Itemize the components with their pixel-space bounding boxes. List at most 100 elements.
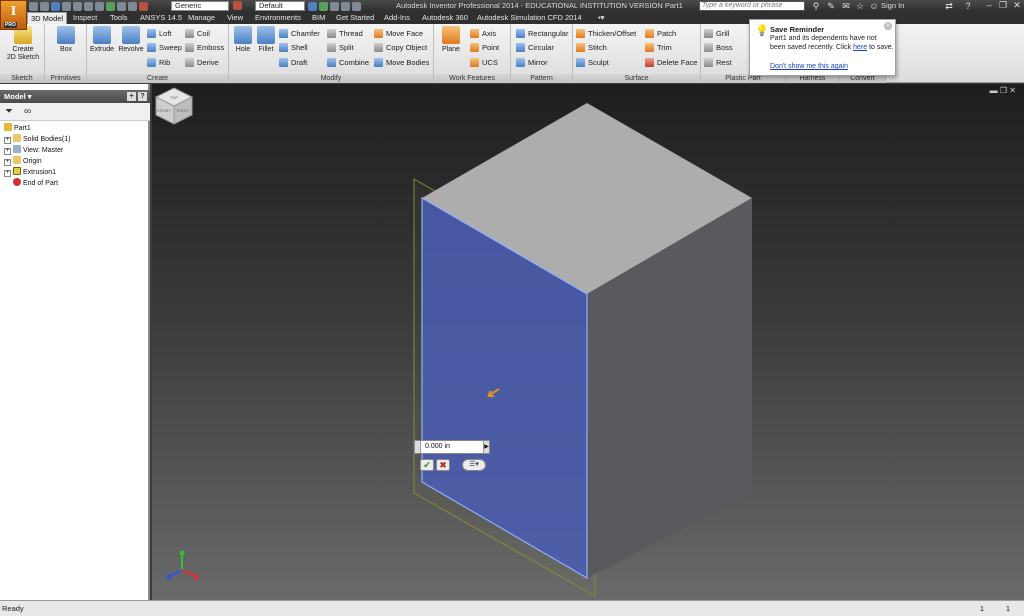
update-icon[interactable] (128, 1, 137, 11)
patch-button[interactable]: Patch (645, 28, 676, 39)
adjust-icon[interactable] (319, 1, 328, 11)
model-canvas[interactable] (152, 84, 1024, 600)
close-button[interactable]: ✕ (1010, 0, 1024, 11)
box-button[interactable]: Box (53, 26, 79, 54)
grill-button[interactable]: Grill (704, 28, 729, 39)
tab-add-ins[interactable]: Add-Ins (381, 12, 413, 24)
measure-icon[interactable] (341, 1, 350, 11)
ucs-button[interactable]: UCS (470, 57, 498, 68)
application-menu-button[interactable]: I PRO (0, 0, 27, 30)
sculpt-button[interactable]: Sculpt (576, 57, 609, 68)
tab-overflow-icon[interactable]: ▪▾ (595, 12, 607, 24)
tab-3d-model[interactable]: 3D Model (27, 12, 68, 24)
delete-face-button[interactable]: Delete Face (645, 57, 697, 68)
move-face-button[interactable]: Move Face (374, 28, 423, 39)
loft-button[interactable]: Loft (147, 28, 172, 39)
undo-icon[interactable] (62, 1, 71, 11)
split-button[interactable]: Split (327, 42, 354, 53)
tab-tools[interactable]: Tools (107, 12, 131, 24)
graphics-viewport[interactable]: ▬ ❐ ✕ TOP FRONT RIGHT 0.000 in ▶ ✔ ✖ ☰▾ (152, 84, 1024, 600)
boss-button[interactable]: Boss (704, 42, 733, 53)
distance-value[interactable]: 0.000 in (425, 443, 450, 450)
tree-item-solid-bodies[interactable]: + Solid Bodies(1) (4, 134, 70, 145)
axis-button[interactable]: Axis (470, 28, 496, 39)
expand-icon[interactable]: + (4, 159, 11, 166)
distance-input[interactable]: 0.000 in ▶ (414, 440, 490, 454)
qat-more-icon[interactable] (352, 1, 361, 11)
tab-inspect[interactable]: Inspect (70, 12, 100, 24)
chamfer-button[interactable]: Chamfer (279, 28, 320, 39)
tab-autodesk-360[interactable]: Autodesk 360 (419, 12, 471, 24)
help-icon[interactable]: ? (963, 1, 973, 11)
extrude-button[interactable]: Extrude (89, 26, 115, 54)
rib-button[interactable]: Rib (147, 57, 170, 68)
tree-item-origin[interactable]: + Origin (4, 156, 42, 167)
save-icon[interactable] (51, 1, 60, 11)
plane-button[interactable]: Plane (438, 26, 464, 54)
viewcube-icon[interactable]: TOP FRONT RIGHT (152, 84, 196, 128)
ok-check-button[interactable]: ✔ (420, 459, 434, 471)
appearance-combo[interactable]: Default (255, 1, 305, 11)
sign-in-link[interactable]: Sign In (881, 1, 904, 10)
move-bodies-button[interactable]: Move Bodies (374, 57, 429, 68)
create-2d-sketch-button[interactable]: Create 2D Sketch (4, 26, 42, 62)
circular-button[interactable]: Circular (516, 42, 554, 53)
combine-button[interactable]: Combine (327, 57, 369, 68)
derive-button[interactable]: Derive (185, 57, 219, 68)
minimize-button[interactable]: – (982, 0, 996, 11)
tree-item-end-of-part[interactable]: End of Part (13, 178, 58, 189)
clear-appearance-icon[interactable] (308, 1, 317, 11)
draft-button[interactable]: Draft (279, 57, 307, 68)
expand-icon[interactable]: + (4, 148, 11, 155)
search-input[interactable]: Type a keyword or phrase (699, 1, 805, 11)
fillet-button[interactable]: Fillet (255, 26, 277, 54)
revolve-button[interactable]: Revolve (116, 26, 146, 54)
filter-icon[interactable]: ⏷ (5, 106, 13, 117)
point-button[interactable]: Point (470, 42, 499, 53)
tab-simulation-cfd[interactable]: Autodesk Simulation CFD 2014 (474, 12, 585, 24)
user-icon[interactable]: ☺ (869, 1, 879, 11)
tab-ansys[interactable]: ANSYS 14.5 (137, 12, 185, 24)
browser-help-icon[interactable]: ? (138, 92, 147, 101)
select-icon[interactable] (106, 1, 115, 11)
sweep-button[interactable]: Sweep (147, 42, 182, 53)
favorites-star-icon[interactable]: ☆ (855, 1, 865, 11)
tree-item-extrusion1[interactable]: + Extrusion1 (4, 167, 56, 178)
stitch-button[interactable]: Stitch (576, 42, 607, 53)
rectangular-button[interactable]: Rectangular (516, 28, 568, 39)
add-panel-icon[interactable]: + (127, 92, 136, 101)
material-combo[interactable]: Generic (171, 1, 229, 11)
expand-icon[interactable]: + (4, 137, 11, 144)
close-balloon-icon[interactable]: ✕ (884, 22, 892, 30)
restore-button[interactable]: ❐ (996, 0, 1010, 11)
browser-title[interactable]: Model ▾ (4, 92, 32, 101)
print-icon[interactable] (95, 1, 104, 11)
binoculars-icon[interactable]: ⚲ (811, 1, 821, 11)
input-arrow-icon[interactable]: ▶ (483, 441, 489, 453)
rebuild-icon[interactable] (117, 1, 126, 11)
save-here-link[interactable]: here (853, 44, 867, 51)
copy-object-button[interactable]: Copy Object (374, 42, 427, 53)
new-icon[interactable] (29, 1, 38, 11)
shell-button[interactable]: Shell (279, 42, 308, 53)
tab-environments[interactable]: Environments (252, 12, 304, 24)
browser-header[interactable]: Model ▾ + ? (0, 90, 150, 103)
dont-show-again-link[interactable]: Don't show me this again (770, 63, 848, 70)
subscription-icon[interactable]: ✎ (826, 1, 836, 11)
redo-icon[interactable] (73, 1, 82, 11)
tree-item-part1[interactable]: Part1 (4, 123, 31, 134)
tree-item-view-master[interactable]: + View: Master (4, 145, 63, 156)
binoculars-find-icon[interactable]: ∞ (24, 106, 31, 117)
home-icon[interactable] (84, 1, 93, 11)
rest-button[interactable]: Rest (704, 57, 731, 68)
tab-get-started[interactable]: Get Started (333, 12, 377, 24)
coil-button[interactable]: Coil (185, 28, 210, 39)
open-icon[interactable] (40, 1, 49, 11)
hole-button[interactable]: Hole (232, 26, 254, 54)
emboss-button[interactable]: Emboss (185, 42, 224, 53)
mirror-button[interactable]: Mirror (516, 57, 548, 68)
expand-icon[interactable]: + (4, 170, 11, 177)
minitoolbar-options-button[interactable]: ☰▾ (462, 459, 486, 471)
thicken-offset-button[interactable]: Thicken/Offset (576, 28, 636, 39)
input-grip-icon[interactable] (415, 441, 421, 453)
